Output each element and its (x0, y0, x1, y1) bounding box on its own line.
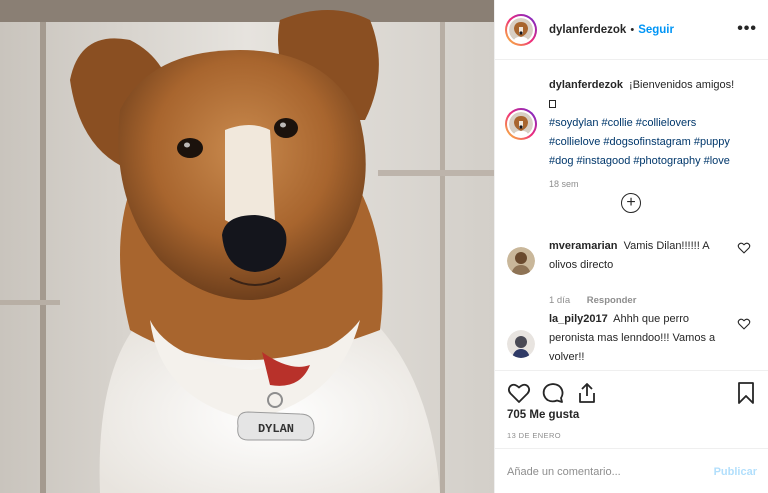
hashtag-link[interactable]: #puppy (694, 136, 730, 148)
dog-tag-text: DYLAN (258, 422, 294, 436)
caption-avatar[interactable] (505, 108, 537, 140)
hashtag-link[interactable]: #photography (633, 155, 700, 167)
hashtag-list: #soydylan #collie #collielovers #collielov… (549, 114, 759, 171)
follow-button[interactable]: Seguir (638, 24, 674, 36)
add-comment-bar: Publicar (495, 448, 768, 493)
emoji-placeholder-icon (549, 100, 556, 108)
author-username[interactable]: dylanferdezok (549, 24, 626, 36)
heart-icon[interactable] (507, 381, 531, 405)
caption-timestamp[interactable]: 18 sem (549, 178, 759, 190)
hashtag-link[interactable]: #soydylan (549, 117, 599, 129)
comment-input[interactable] (507, 457, 707, 487)
post-photo[interactable]: DYLAN (0, 0, 494, 493)
bookmark-icon[interactable] (735, 381, 757, 405)
load-more-comments-button[interactable]: + (621, 193, 641, 213)
commenter-avatar[interactable] (507, 247, 535, 275)
hashtag-link[interactable]: #collie (602, 117, 633, 129)
comment-timestamp[interactable]: 1 día (549, 295, 570, 306)
hashtag-link[interactable]: #love (704, 155, 730, 167)
more-options-icon[interactable]: ••• (737, 20, 757, 38)
commenter-avatar[interactable] (507, 330, 535, 358)
hashtag-link[interactable]: #collielove (549, 136, 600, 148)
reply-button[interactable]: Responder (587, 295, 637, 306)
comment-icon[interactable] (541, 381, 565, 405)
like-comment-heart-icon[interactable] (737, 318, 751, 330)
comment-item: la_pily2017 Ahhh que perro peronista mas… (507, 310, 763, 363)
hashtag-link[interactable]: #instagood (576, 155, 630, 167)
collie-dog-image: DYLAN (0, 0, 494, 493)
user-avatar-icon (507, 247, 535, 275)
hashtag-link[interactable]: #collielovers (636, 117, 697, 129)
post-header: dylanferdezok • Seguir ••• (495, 0, 768, 60)
user-avatar-icon (507, 330, 535, 358)
publish-button[interactable]: Publicar (714, 466, 757, 478)
like-comment-heart-icon[interactable] (737, 242, 751, 254)
post-caption: dylanferdezok ¡Bienvenidos amigos! #soyd… (505, 76, 763, 190)
collie-avatar-icon (509, 112, 533, 136)
commenter-username[interactable]: mveramarian (549, 240, 618, 252)
commenter-username[interactable]: la_pily2017 (549, 313, 608, 325)
author-avatar[interactable] (505, 13, 537, 46)
caption-username[interactable]: dylanferdezok (549, 79, 623, 91)
dog-tag: DYLAN (237, 411, 315, 441)
share-icon[interactable] (575, 381, 599, 405)
likes-count[interactable]: 705 Me gusta (507, 409, 579, 421)
comment-item: mveramarian Vamis Dilan!!!!!! A olivos d… (507, 237, 763, 306)
caption-text: ¡Bienvenidos amigos! (629, 79, 735, 91)
post-sidebar: dylanferdezok • Seguir ••• dylanferdezok… (494, 0, 768, 493)
post-date[interactable]: 13 DE ENERO (507, 431, 561, 440)
separator-dot: • (630, 23, 635, 36)
hashtag-link[interactable]: #dogsofinstagram (603, 136, 690, 148)
hashtag-link[interactable]: #dog (549, 155, 573, 167)
collie-avatar-icon (509, 17, 533, 42)
